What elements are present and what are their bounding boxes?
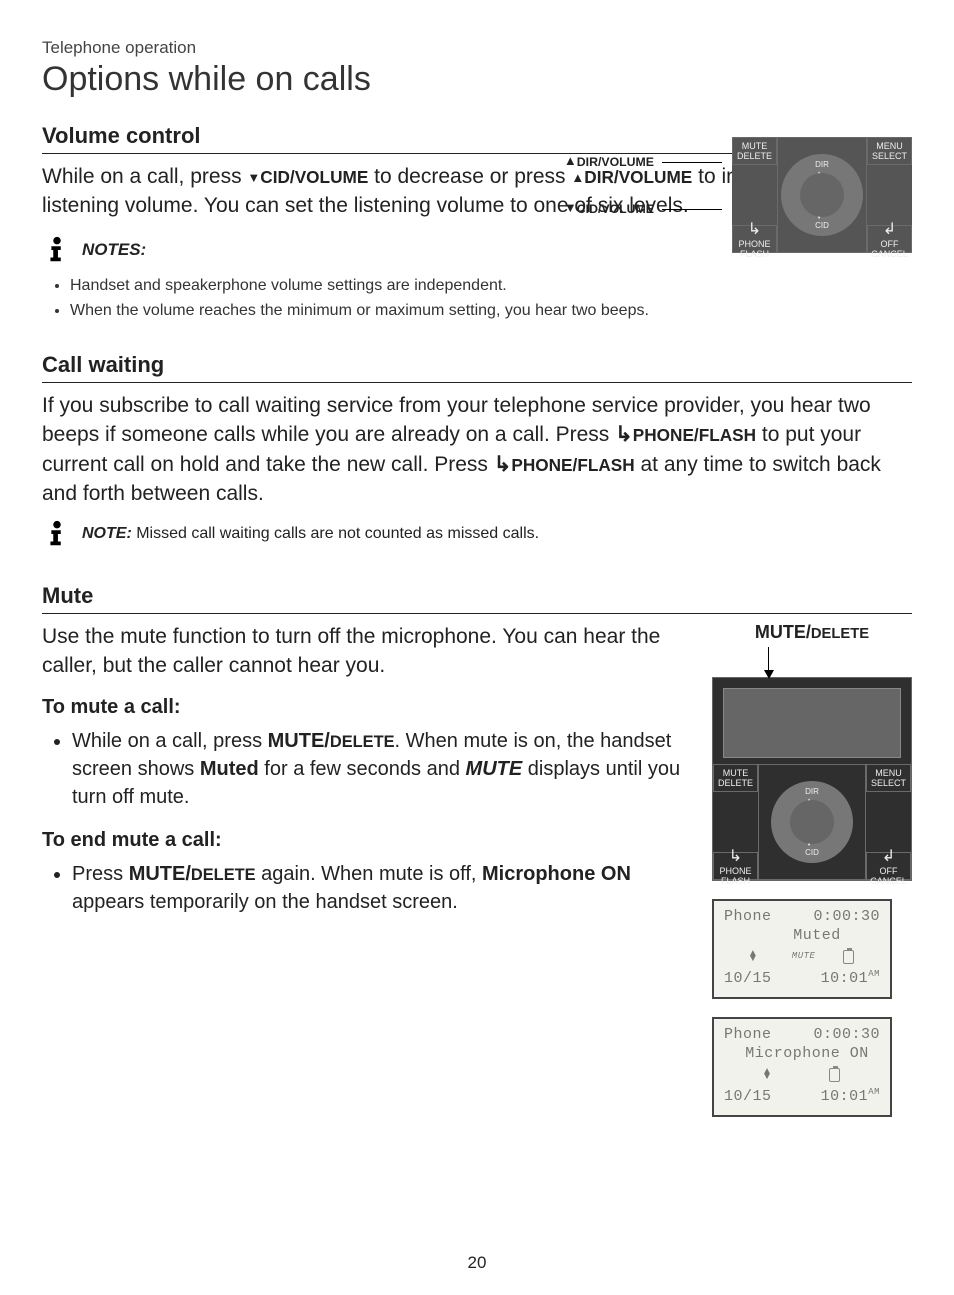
heading-call-waiting: Call waiting bbox=[42, 352, 912, 383]
mute-delete-key: MUTEDELETE bbox=[713, 764, 758, 792]
lcd-date: 10/15 bbox=[724, 969, 772, 989]
mute-word: MUTE bbox=[466, 758, 523, 780]
cid-label: ▼CID bbox=[815, 212, 829, 230]
phone-flash-key-ref: PHONE/FLASH bbox=[633, 425, 756, 445]
mute-delete-key: MUTEDELETE bbox=[732, 137, 777, 165]
lcd-time: 10:01 bbox=[821, 970, 869, 987]
volume-label: VOLUME bbox=[807, 192, 837, 199]
cid-volume-key: CID/VOLUME bbox=[260, 167, 368, 187]
lcd-muted: Phone 0:00:30 Muted ▲▼ MUTE 10/15 10:01AM bbox=[712, 899, 892, 999]
callout-dir-volume: ▲DIR/VOLUME bbox=[492, 153, 722, 170]
mute-delete-key-ref: MUTE/DELETE bbox=[268, 730, 395, 752]
battery-icon bbox=[829, 1068, 840, 1082]
handset-illustration: MUTEDELETE DIR▲ VOLUME ▼CID MENUSELECT ↳… bbox=[712, 677, 912, 881]
text: for a few seconds and bbox=[259, 758, 466, 780]
lcd-phone-label: Phone bbox=[724, 1025, 772, 1045]
page-title: Options while on calls bbox=[42, 60, 912, 99]
muted-word: Muted bbox=[200, 758, 259, 780]
notes-label: NOTES: bbox=[82, 240, 146, 260]
phone-flash-key: ↳PHONEFLASH bbox=[713, 852, 758, 880]
notes-list: Handset and speakerphone volume settings… bbox=[42, 273, 912, 324]
arrow-down-icon bbox=[768, 647, 769, 677]
lcd-ampm: AM bbox=[868, 969, 880, 979]
note-item: When the volume reaches the minimum or m… bbox=[70, 298, 912, 324]
handset-keypad-illustration: MUTEDELETE DIR▲ VOLUME ▼CID MENUSELECT ↳… bbox=[732, 137, 912, 253]
text: While on a call, press bbox=[42, 165, 247, 188]
nav-ring: DIR▲ VOLUME ▼CID bbox=[771, 781, 853, 863]
dir-label: DIR▲ bbox=[815, 160, 829, 178]
phone-flash-key-ref: PHONE/FLASH bbox=[511, 455, 634, 475]
text: Press bbox=[72, 863, 129, 885]
heading-mute: Mute bbox=[42, 583, 912, 614]
info-icon bbox=[42, 235, 72, 265]
lcd-phone-label: Phone bbox=[724, 907, 772, 927]
mute-indicator: MUTE bbox=[792, 951, 816, 963]
lcd-microphone-on: Phone 0:00:30 Microphone ON ▲▼ 10/15 10:01… bbox=[712, 1017, 892, 1117]
dir-label: DIR▲ bbox=[805, 787, 819, 805]
page-number: 20 bbox=[0, 1253, 954, 1273]
lcd-timer: 0:00:30 bbox=[813, 1025, 880, 1045]
note-label: NOTE: bbox=[82, 525, 132, 542]
lcd-status: Muted bbox=[724, 926, 880, 946]
triangle-down-icon: ▼ bbox=[247, 170, 260, 185]
cid-label: ▼CID bbox=[805, 839, 819, 857]
text: appears temporarily on the handset scree… bbox=[72, 891, 458, 913]
text: While on a call, press bbox=[72, 730, 268, 752]
sub-to-mute: To mute a call: bbox=[42, 696, 692, 719]
updown-icon: ▲▼ bbox=[764, 1070, 771, 1080]
lcd-timer: 0:00:30 bbox=[813, 907, 880, 927]
text: again. When mute is off, bbox=[256, 863, 482, 885]
lcd-time: 10:01 bbox=[821, 1088, 869, 1105]
updown-icon: ▲▼ bbox=[750, 952, 757, 962]
sub-to-end-mute: To end mute a call: bbox=[42, 829, 692, 852]
lcd-status: Microphone ON bbox=[724, 1044, 880, 1064]
unmute-step: Press MUTE/DELETE again. When mute is of… bbox=[72, 860, 692, 916]
microphone-on-word: Microphone ON bbox=[482, 863, 631, 885]
callout-cid-volume: ▼CID/VOLUME bbox=[492, 200, 722, 217]
menu-select-key: MENUSELECT bbox=[867, 137, 912, 165]
nav-ring: DIR▲ VOLUME ▼CID bbox=[781, 154, 863, 236]
breadcrumb: Telephone operation bbox=[42, 38, 912, 58]
handset-screen-blank bbox=[723, 688, 901, 758]
battery-icon bbox=[843, 950, 854, 964]
note-text: Missed call waiting calls are not counte… bbox=[132, 525, 539, 542]
mute-delete-key-ref: MUTE/DELETE bbox=[129, 863, 256, 885]
mute-step: While on a call, press MUTE/DELETE. When… bbox=[72, 727, 692, 811]
mute-intro: Use the mute function to turn off the mi… bbox=[42, 622, 692, 681]
lcd-date: 10/15 bbox=[724, 1087, 772, 1107]
callout-mute-delete: MUTE/DELETE bbox=[712, 622, 912, 643]
off-cancel-key: ↲OFFCANCEL bbox=[867, 225, 912, 253]
info-icon bbox=[42, 519, 72, 549]
note-item: Handset and speakerphone volume settings… bbox=[70, 273, 912, 299]
lcd-ampm: AM bbox=[868, 1087, 880, 1097]
call-waiting-body: If you subscribe to call waiting service… bbox=[42, 391, 912, 509]
off-cancel-key: ↲OFFCANCEL bbox=[866, 852, 911, 880]
menu-select-key: MENUSELECT bbox=[866, 764, 911, 792]
phone-flash-key: ↳PHONEFLASH bbox=[732, 225, 777, 253]
volume-label: VOLUME bbox=[797, 818, 827, 825]
